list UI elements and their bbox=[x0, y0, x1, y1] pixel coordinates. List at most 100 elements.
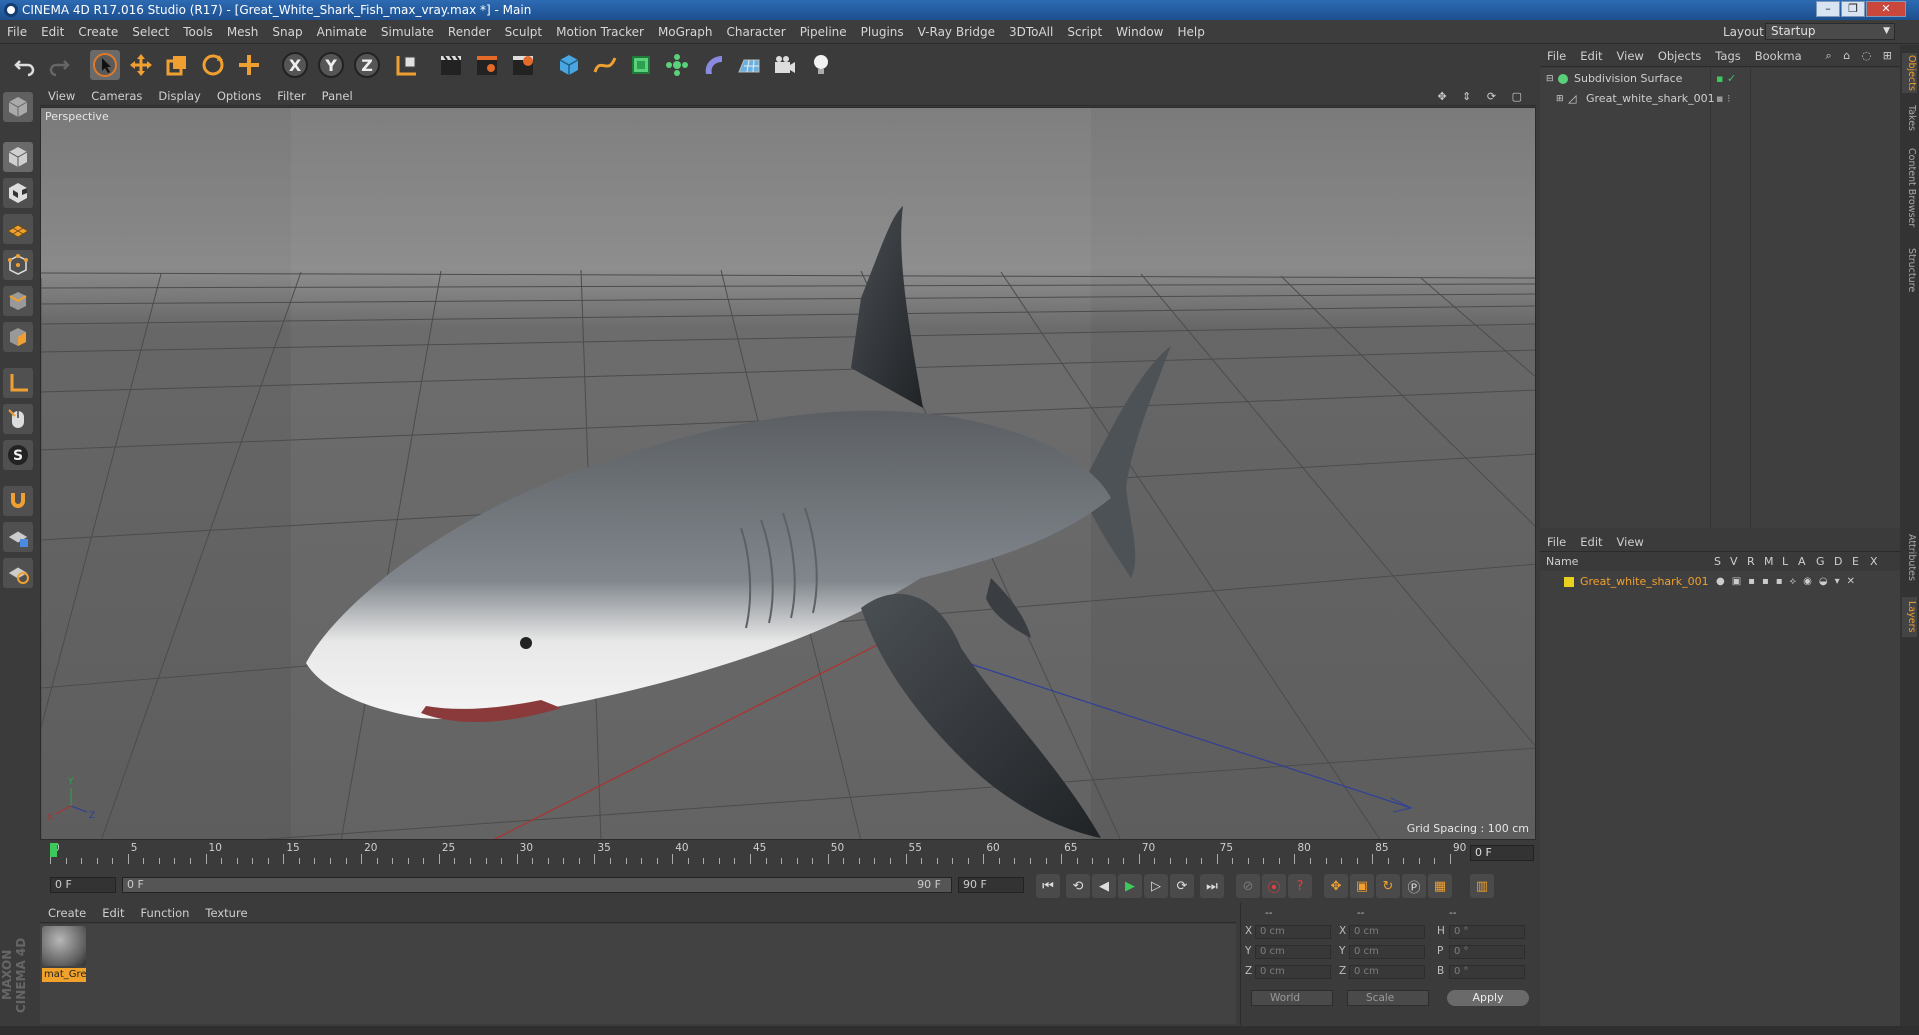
material-menu-function[interactable]: Function bbox=[133, 903, 198, 923]
y-axis-lock-button[interactable]: Y bbox=[318, 52, 344, 78]
render-picture-viewer-button[interactable] bbox=[472, 50, 502, 80]
menu-mograph[interactable]: MoGraph bbox=[651, 20, 720, 44]
menu-create[interactable]: Create bbox=[71, 20, 125, 44]
scale-tool[interactable] bbox=[162, 50, 192, 80]
live-selection-tool[interactable] bbox=[90, 50, 120, 80]
pos-x-field[interactable]: 0 cm bbox=[1255, 925, 1331, 939]
workplane-mode-button[interactable] bbox=[3, 214, 33, 244]
viewport-menu-cameras[interactable]: Cameras bbox=[83, 87, 150, 106]
material-menu-texture[interactable]: Texture bbox=[197, 903, 255, 923]
objects-menu-edit[interactable]: Edit bbox=[1573, 45, 1609, 67]
polygons-mode-button[interactable] bbox=[3, 322, 33, 352]
keyframe-selection-button[interactable]: ? bbox=[1288, 874, 1312, 898]
tab-takes[interactable]: Takes bbox=[1902, 103, 1917, 133]
add-camera-button[interactable] bbox=[770, 50, 800, 80]
go-to-start-button[interactable]: ⏮ bbox=[1036, 874, 1060, 898]
frame-range-slider[interactable]: 0 F 90 F bbox=[122, 877, 952, 893]
collapse-icon[interactable]: ⊟ bbox=[1546, 70, 1554, 88]
render-settings-button[interactable] bbox=[508, 50, 538, 80]
tab-structure[interactable]: Structure bbox=[1902, 243, 1917, 298]
visibility-dots-icon[interactable]: ▪ ⁝ bbox=[1716, 90, 1730, 108]
solo-button[interactable]: S bbox=[3, 440, 33, 470]
expand-icon[interactable]: ⊞ bbox=[1556, 90, 1564, 108]
rot-p-field[interactable]: 0 ° bbox=[1449, 945, 1525, 959]
menu-simulate[interactable]: Simulate bbox=[374, 20, 441, 44]
objects-menu-file[interactable]: File bbox=[1540, 45, 1573, 67]
coordinate-system-button[interactable] bbox=[392, 50, 422, 80]
snap-button[interactable] bbox=[3, 486, 33, 516]
model-mode-button[interactable] bbox=[3, 142, 33, 172]
menu-script[interactable]: Script bbox=[1060, 20, 1109, 44]
make-editable-button[interactable] bbox=[3, 92, 33, 122]
layer-row[interactable]: Great_white_shark_001 ●▣▪▪▪⟡◉◒▾✕ bbox=[1540, 573, 1900, 591]
rot-h-field[interactable]: 0 ° bbox=[1449, 925, 1525, 939]
menu-tools[interactable]: Tools bbox=[176, 20, 220, 44]
viewport-nav-icons[interactable]: ✥ ⇕ ⟳ ▢ bbox=[1437, 87, 1528, 106]
material-menu-create[interactable]: Create bbox=[40, 903, 94, 923]
pos-z-field[interactable]: 0 cm bbox=[1255, 965, 1331, 979]
menu-mesh[interactable]: Mesh bbox=[220, 20, 266, 44]
menu-plugins[interactable]: Plugins bbox=[854, 20, 911, 44]
add-deformer-button[interactable] bbox=[698, 50, 728, 80]
add-cube-button[interactable] bbox=[554, 50, 584, 80]
size-y-field[interactable]: 0 cm bbox=[1349, 945, 1425, 959]
maximize-button[interactable]: ❐ bbox=[1841, 1, 1865, 17]
record-parameter-button[interactable]: Ⓟ bbox=[1402, 874, 1426, 898]
menu-vray-bridge[interactable]: V-Ray Bridge bbox=[911, 20, 1002, 44]
workplane-rotate-button[interactable] bbox=[3, 558, 33, 588]
coordinate-space-dropdown[interactable]: World bbox=[1251, 990, 1333, 1006]
viewport-menu-filter[interactable]: Filter bbox=[269, 87, 313, 106]
record-keys-button[interactable]: ⊘ bbox=[1236, 874, 1260, 898]
record-position-button[interactable]: ✥ bbox=[1324, 874, 1348, 898]
objects-menu-bookmarks[interactable]: Bookma bbox=[1748, 45, 1809, 67]
render-view-button[interactable] bbox=[436, 50, 466, 80]
size-x-field[interactable]: 0 cm bbox=[1349, 925, 1425, 939]
menu-snap[interactable]: Snap bbox=[265, 20, 309, 44]
tab-layers[interactable]: Layers bbox=[1902, 597, 1917, 637]
visibility-check-icon[interactable]: ▪ ✓ bbox=[1716, 70, 1736, 88]
start-frame-field[interactable]: 0 F bbox=[50, 877, 116, 893]
end-frame-field[interactable]: 90 F bbox=[958, 877, 1024, 893]
workplane-lock-button[interactable] bbox=[3, 522, 33, 552]
recent-tool[interactable] bbox=[234, 50, 264, 80]
x-axis-lock-button[interactable]: X bbox=[282, 52, 308, 78]
menu-edit[interactable]: Edit bbox=[34, 20, 71, 44]
menu-select[interactable]: Select bbox=[125, 20, 176, 44]
menu-motion-tracker[interactable]: Motion Tracker bbox=[549, 20, 651, 44]
3d-viewport[interactable]: Y X Z Perspective Grid Spacing : 100 cm bbox=[40, 107, 1536, 840]
timeline-ruler[interactable]: 051015202530354045505560657075808590 0 F bbox=[40, 842, 1536, 864]
layers-menu-view[interactable]: View bbox=[1610, 532, 1651, 552]
record-pla-button[interactable]: ▦ bbox=[1428, 874, 1452, 898]
axis-mode-button[interactable] bbox=[3, 368, 33, 398]
menu-help[interactable]: Help bbox=[1170, 20, 1211, 44]
object-row-shark[interactable]: ⊞ ◿ Great_white_shark_001 ▪ ⁝ bbox=[1540, 90, 1900, 108]
add-light-button[interactable] bbox=[806, 50, 836, 80]
playhead[interactable] bbox=[50, 843, 57, 857]
play-button[interactable]: ▶ bbox=[1118, 874, 1142, 898]
pos-y-field[interactable]: 0 cm bbox=[1255, 945, 1331, 959]
record-rotation-button[interactable]: ↻ bbox=[1376, 874, 1400, 898]
timeline-window-button[interactable]: ▥ bbox=[1470, 874, 1494, 898]
next-key-button[interactable]: ⟳ bbox=[1170, 874, 1194, 898]
rotate-tool[interactable] bbox=[198, 50, 228, 80]
autokey-button[interactable]: ⦿ bbox=[1262, 874, 1286, 898]
add-generator-button[interactable] bbox=[626, 50, 656, 80]
add-spline-button[interactable] bbox=[590, 50, 620, 80]
size-mode-dropdown[interactable]: Scale bbox=[1347, 990, 1429, 1006]
menu-character[interactable]: Character bbox=[719, 20, 792, 44]
points-mode-button[interactable] bbox=[3, 250, 33, 280]
objects-menu-view[interactable]: View bbox=[1610, 45, 1651, 67]
menu-animate[interactable]: Animate bbox=[310, 20, 374, 44]
redo-button[interactable] bbox=[44, 50, 74, 80]
close-window-button[interactable]: ✕ bbox=[1866, 1, 1906, 17]
material-menu-edit[interactable]: Edit bbox=[94, 903, 132, 923]
layout-dropdown[interactable]: Startup ▼ bbox=[1765, 23, 1895, 40]
viewport-menu-panel[interactable]: Panel bbox=[314, 87, 361, 106]
objects-menu-objects[interactable]: Objects bbox=[1651, 45, 1708, 67]
go-to-end-button[interactable]: ⏭ bbox=[1200, 874, 1224, 898]
objects-search-icons[interactable]: ⌕ ⌂ ◌ ⊞ bbox=[1826, 45, 1896, 67]
objects-menu-tags[interactable]: Tags bbox=[1708, 45, 1747, 67]
menu-pipeline[interactable]: Pipeline bbox=[793, 20, 854, 44]
next-frame-button[interactable]: ▷ bbox=[1144, 874, 1168, 898]
menu-render[interactable]: Render bbox=[441, 20, 498, 44]
